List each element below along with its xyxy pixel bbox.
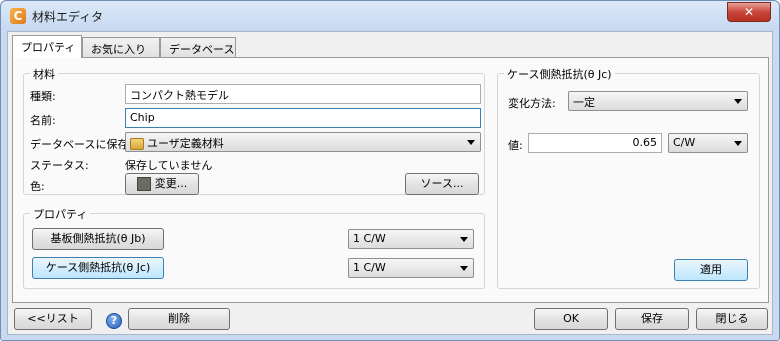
- variation-method-select[interactable]: 一定: [568, 91, 748, 111]
- dialog-body: プロパティ お気に入り データベース 材料 種類: コンパクト熱モデル 名前: …: [7, 31, 773, 335]
- type-label: 種類:: [30, 90, 56, 103]
- properties-group: プロパティ 基板側熱抵抗(θ Jb) 1 C/W ケース側熱抵抗(θ Jc) 1…: [23, 206, 485, 289]
- board-side-unit-value: 1 C/W: [353, 232, 386, 245]
- type-field[interactable]: コンパクト熱モデル: [125, 84, 481, 104]
- window-title: 材料エディタ: [32, 10, 104, 24]
- properties-tab-panel: 材料 種類: コンパクト熱モデル 名前: Chip データベースに保存: ユーザ…: [12, 57, 769, 303]
- value-label: 値:: [508, 139, 523, 152]
- tab-properties[interactable]: プロパティ: [12, 35, 82, 58]
- status-value: 保存していません: [125, 159, 213, 172]
- variation-method-label: 変化方法:: [508, 97, 556, 110]
- close-button[interactable]: 閉じる: [696, 308, 768, 330]
- chevron-down-icon: [467, 140, 475, 145]
- material-editor-window: C 材料エディタ ✕ プロパティ お気に入り データベース 材料 種類: コンパ…: [0, 0, 780, 341]
- chevron-down-icon: [734, 141, 742, 146]
- chevron-down-icon: [460, 237, 468, 242]
- status-label: ステータス:: [30, 159, 89, 172]
- save-button[interactable]: 保存: [615, 308, 689, 330]
- app-icon: C: [10, 8, 26, 24]
- tab-favorites[interactable]: お気に入り: [82, 37, 160, 57]
- source-button[interactable]: ソース...: [405, 173, 479, 195]
- chevron-down-icon: [460, 266, 468, 271]
- save-to-database-label: データベースに保存:: [30, 138, 133, 151]
- change-color-button-label: 変更...: [154, 177, 188, 190]
- case-side-unit-value: 1 C/W: [353, 261, 386, 274]
- variation-method-value: 一定: [573, 96, 595, 109]
- case-side-resistance-legend: ケース側熱抵抗(θ Jc): [504, 66, 615, 82]
- material-group: 材料 種類: コンパクト熱モデル 名前: Chip データベースに保存: ユーザ…: [23, 66, 485, 195]
- properties-legend: プロパティ: [30, 206, 91, 222]
- value-field[interactable]: 0.65: [528, 133, 662, 153]
- board-side-unit-select[interactable]: 1 C/W: [348, 229, 474, 249]
- color-label: 色:: [30, 180, 45, 193]
- value-unit-value: C/W: [673, 136, 696, 149]
- ok-button[interactable]: OK: [534, 308, 608, 330]
- list-button[interactable]: <<リスト: [14, 308, 92, 330]
- case-side-unit-select[interactable]: 1 C/W: [348, 258, 474, 278]
- delete-button[interactable]: 削除: [128, 308, 230, 330]
- board-side-resistance-button[interactable]: 基板側熱抵抗(θ Jb): [32, 228, 164, 250]
- material-legend: 材料: [30, 66, 58, 82]
- change-color-button[interactable]: 変更...: [125, 173, 199, 195]
- chevron-down-icon: [734, 99, 742, 104]
- title-bar[interactable]: C 材料エディタ ✕: [1, 1, 779, 31]
- case-side-resistance-group: ケース側熱抵抗(θ Jc) 変化方法: 一定 値: 0.65 C/W 適用: [497, 66, 760, 289]
- name-label: 名前:: [30, 114, 56, 127]
- color-swatch: [136, 177, 151, 191]
- window-close-button[interactable]: ✕: [727, 2, 771, 22]
- value-unit-select[interactable]: C/W: [668, 133, 748, 153]
- user-database-icon: [130, 138, 144, 150]
- database-select[interactable]: ユーザ定義材料: [125, 132, 481, 152]
- help-icon[interactable]: ?: [106, 313, 122, 329]
- tab-database[interactable]: データベース: [160, 37, 236, 57]
- name-field[interactable]: Chip: [125, 108, 481, 128]
- apply-button[interactable]: 適用: [674, 259, 748, 281]
- database-select-value: ユーザ定義材料: [147, 137, 224, 150]
- case-side-resistance-button[interactable]: ケース側熱抵抗(θ Jc): [32, 257, 164, 279]
